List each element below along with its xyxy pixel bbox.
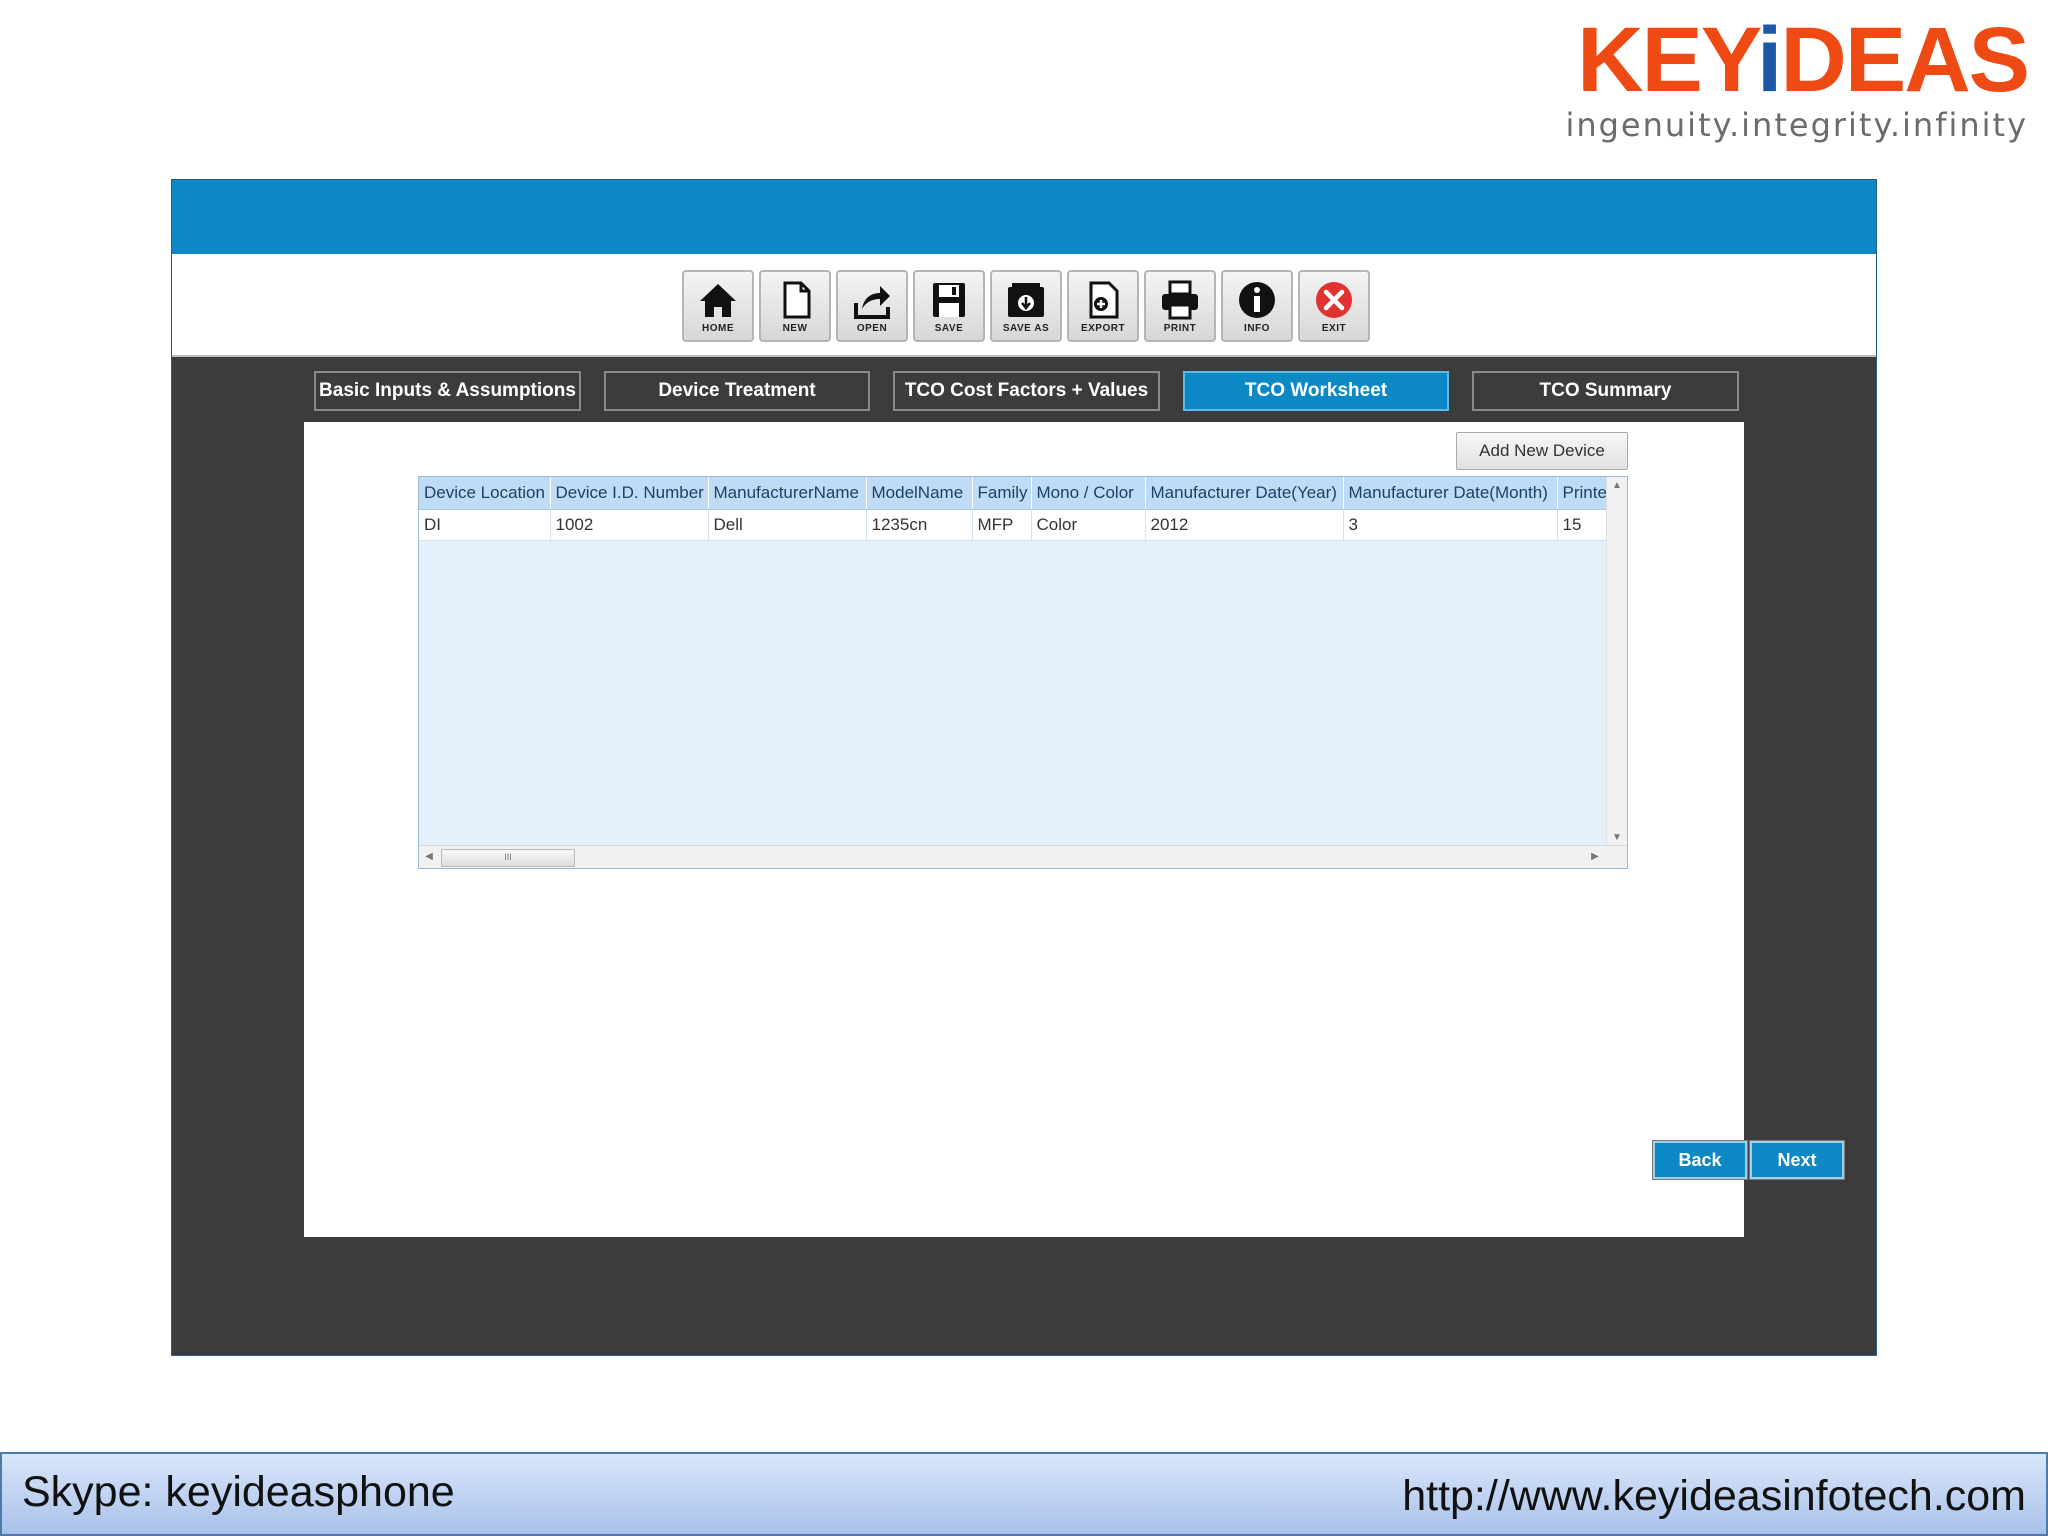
table-row[interactable]: DI 1002 Dell 1235cn MFP Color 2012 3 15 [419,509,1609,541]
table-cell[interactable]: DI [419,509,551,541]
footer-bar: Skype: keyideasphone http://www.keyideas… [0,1452,2048,1536]
home-button[interactable]: HOME [682,270,754,342]
table-cell[interactable]: 1235cn [866,509,973,541]
toolbar: HOME NEW OPEN SAVE SAVE AS EXPORT PRINT … [682,270,1370,342]
column-header[interactable]: Device Location [419,477,551,510]
table-cell[interactable]: Dell [708,509,867,541]
table-cell[interactable]: MFP [972,509,1032,541]
back-button[interactable]: Back [1653,1141,1747,1179]
column-header[interactable]: Manufacturer Date(Month) [1343,477,1558,510]
new-button[interactable]: NEW [759,270,831,342]
info-button[interactable]: INFO [1221,270,1293,342]
save-as-icon [1008,283,1044,317]
column-header[interactable]: Mono / Color [1031,477,1146,510]
table-cell[interactable]: 3 [1343,509,1558,541]
next-button[interactable]: Next [1750,1141,1844,1179]
exit-icon [1316,282,1352,318]
device-table: Device Location Device I.D. Number Manuf… [419,477,1609,541]
scroll-up-icon[interactable]: ▲ [1607,477,1627,495]
column-header[interactable]: ModelName [866,477,973,510]
home-icon [700,284,736,317]
logo-tagline: ingenuity.integrity.infinity [1565,106,2028,144]
horizontal-scroll-thumb[interactable]: III [441,849,575,867]
device-grid: Device Location Device I.D. Number Manuf… [418,476,1628,869]
table-header-row: Device Location Device I.D. Number Manuf… [419,477,1609,510]
vertical-scrollbar[interactable]: ▲ ▼ [1606,477,1627,847]
save-icon [933,283,965,317]
column-header[interactable]: ManufacturerName [708,477,867,510]
export-icon [1089,281,1119,319]
tab-device-treatment[interactable]: Device Treatment [604,371,870,411]
column-header[interactable]: Printe [1557,477,1609,510]
tab-basic-inputs[interactable]: Basic Inputs & Assumptions [314,371,581,411]
tab-tco-summary[interactable]: TCO Summary [1472,371,1739,411]
footer-skype: Skype: keyideasphone [22,1468,455,1516]
new-document-icon [783,281,811,319]
worksheet-panel: Add New Device Device Location Device I.… [304,422,1844,1237]
keyideas-logo: KEYiDEAS ingenuity.integrity.infinity [1548,9,2030,144]
save-button[interactable]: SAVE [913,270,985,342]
table-cell[interactable]: 15 [1557,509,1609,541]
table-cell[interactable]: 1002 [550,509,709,541]
tab-tco-worksheet[interactable]: TCO Worksheet [1183,371,1449,411]
save-as-button[interactable]: SAVE AS [990,270,1062,342]
scroll-left-icon[interactable]: ◀ [419,848,439,866]
table-cell[interactable]: 2012 [1145,509,1344,541]
export-button[interactable]: EXPORT [1067,270,1139,342]
print-button[interactable]: PRINT [1144,270,1216,342]
open-share-icon [854,286,890,319]
column-header[interactable]: Family [972,477,1032,510]
add-new-device-button[interactable]: Add New Device [1456,432,1628,470]
open-button[interactable]: OPEN [836,270,908,342]
footer-url[interactable]: http://www.keyideasinfotech.com [1402,1472,2026,1521]
tab-bar: Basic Inputs & Assumptions Device Treatm… [314,371,1739,411]
app-title-bar [172,180,1876,254]
logo-wordmark: KEYiDEAS [1577,9,2030,111]
horizontal-scrollbar[interactable]: ◀ III ▶ [419,845,1627,868]
scroll-right-icon[interactable]: ▶ [1585,848,1605,866]
print-icon [1162,280,1198,320]
table-cell[interactable]: Color [1031,509,1146,541]
column-header[interactable]: Manufacturer Date(Year) [1145,477,1344,510]
tab-tco-cost-factors[interactable]: TCO Cost Factors + Values [893,371,1160,411]
app-window: HOME NEW OPEN SAVE SAVE AS EXPORT PRINT … [171,179,1877,1356]
toolbar-strip: HOME NEW OPEN SAVE SAVE AS EXPORT PRINT … [172,254,1876,357]
exit-button[interactable]: EXIT [1298,270,1370,342]
column-header[interactable]: Device I.D. Number [550,477,709,510]
info-icon [1239,282,1275,318]
